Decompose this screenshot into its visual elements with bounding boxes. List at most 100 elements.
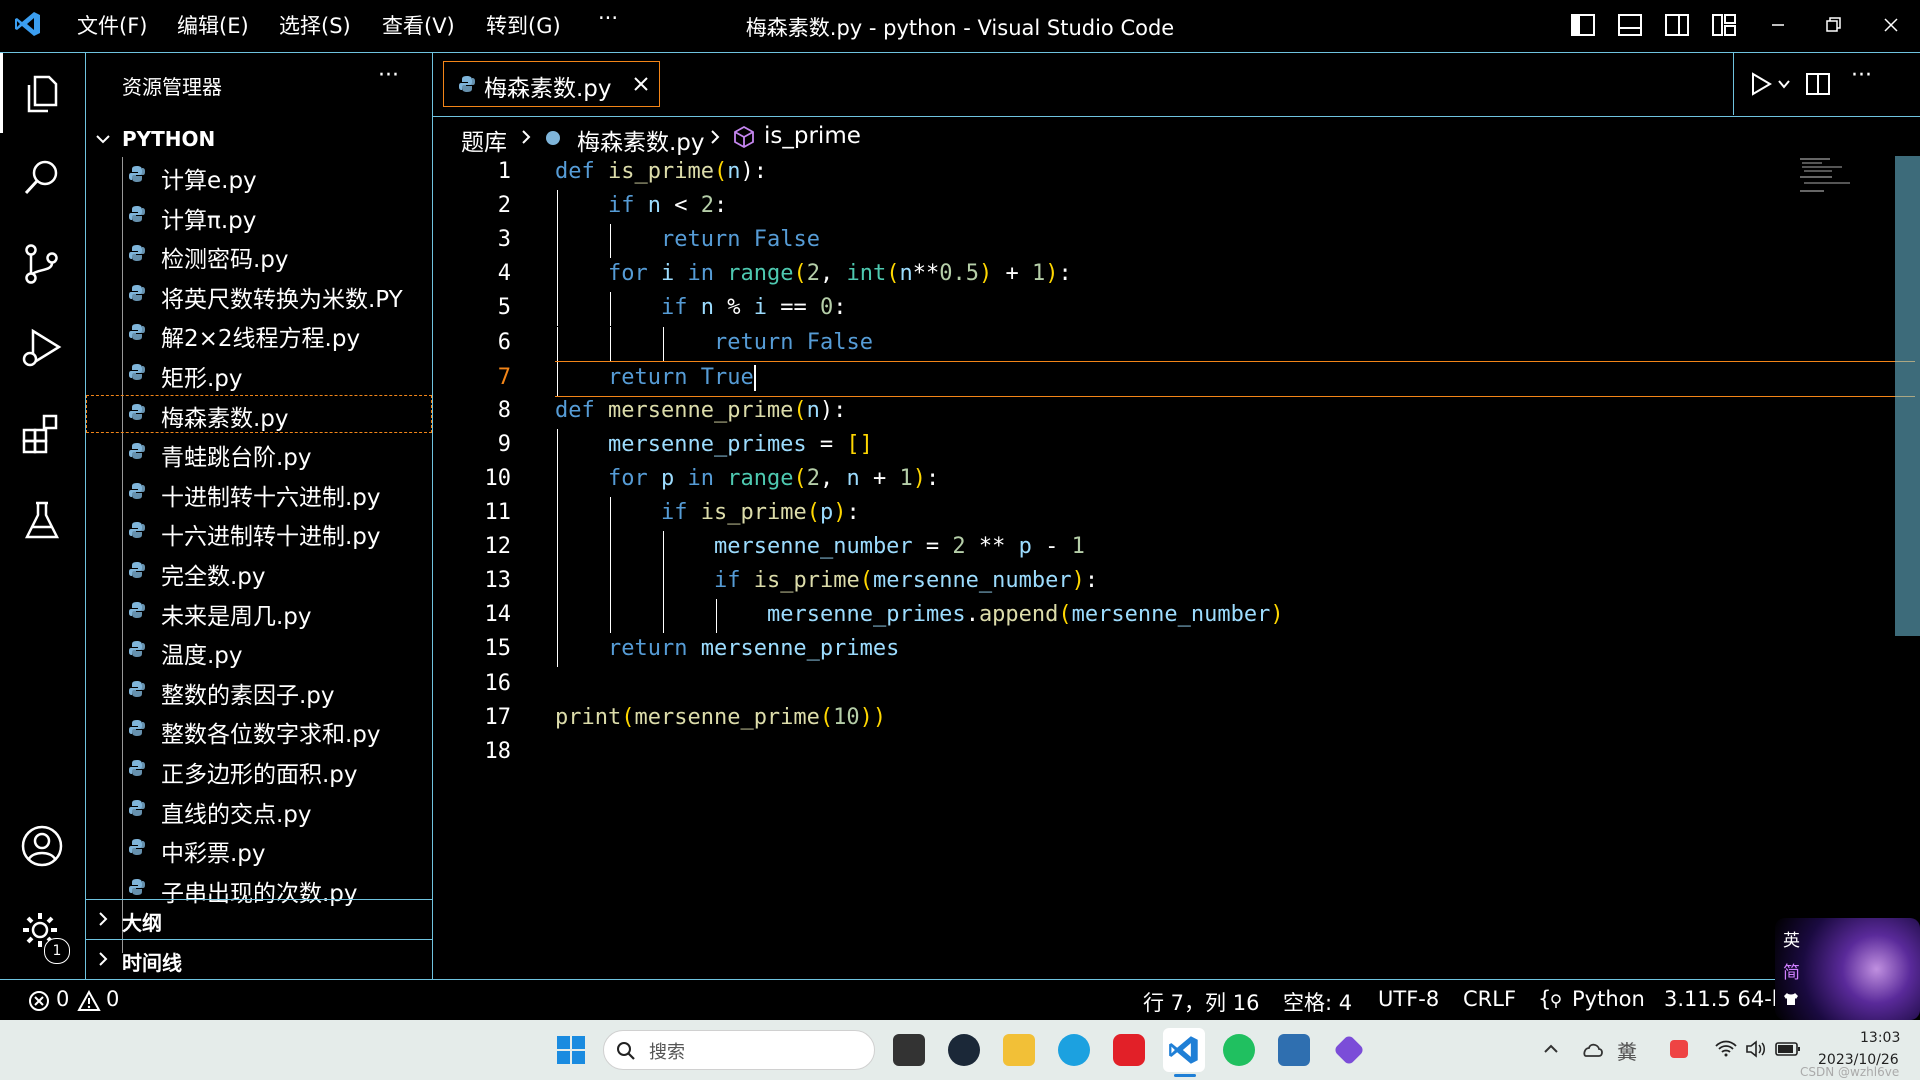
cloud-icon[interactable]: [1580, 1040, 1604, 1058]
file-item[interactable]: 解2×2线程方程.py: [86, 315, 432, 353]
code-token: :: [1084, 568, 1099, 594]
vscode-icon[interactable]: [1168, 1034, 1200, 1066]
menu-edit[interactable]: 编辑(E): [177, 10, 249, 40]
layout-custom-icon[interactable]: [1711, 12, 1737, 38]
explorer-icon[interactable]: [19, 71, 65, 117]
tab-close-icon[interactable]: [631, 74, 651, 94]
chevron-down-icon[interactable]: [1777, 77, 1791, 91]
language-mode[interactable]: Python: [1572, 987, 1645, 1011]
problems-indicator[interactable]: 0 0: [24, 980, 144, 1020]
code-token: []: [846, 431, 873, 457]
file-item[interactable]: 计算e.py: [86, 157, 432, 195]
search-icon[interactable]: [19, 155, 65, 201]
code-text: mersenne_number = 2 ** p - 1: [714, 534, 1085, 559]
outline-section[interactable]: 大纲: [86, 899, 432, 938]
vertical-scrollbar[interactable]: [1895, 156, 1920, 636]
file-item[interactable]: 直线的交点.py: [86, 791, 432, 829]
editor-tab[interactable]: 梅森素数.py: [443, 61, 660, 107]
breadcrumb-file[interactable]: 梅森素数.py: [577, 123, 705, 157]
volume-icon[interactable]: [1745, 1040, 1767, 1058]
account-icon[interactable]: [19, 823, 65, 869]
steam-icon[interactable]: [948, 1034, 980, 1066]
python-file-icon: [129, 680, 145, 697]
file-item[interactable]: 正多边形的面积.py: [86, 751, 432, 789]
line-ending[interactable]: CRLF: [1463, 987, 1516, 1011]
layout-split-icon[interactable]: [1664, 12, 1690, 38]
file-item[interactable]: 整数的素因子.py: [86, 672, 432, 710]
source-control-icon[interactable]: [19, 241, 65, 287]
chevron-up-icon[interactable]: [1543, 1042, 1559, 1056]
file-item[interactable]: 未来是周几.py: [86, 593, 432, 631]
file-item[interactable]: 整数各位数字求和.py: [86, 711, 432, 749]
wifi-icon[interactable]: [1715, 1040, 1737, 1058]
file-item[interactable]: 计算π.py: [86, 197, 432, 235]
run-debug-icon[interactable]: [19, 325, 65, 371]
taskbar-search[interactable]: 搜索: [603, 1030, 875, 1070]
menu-more[interactable]: ···: [598, 6, 618, 30]
testing-icon[interactable]: [19, 497, 65, 543]
minimize-icon[interactable]: [1765, 12, 1791, 38]
battery-icon[interactable]: [1775, 1041, 1801, 1057]
menu-go[interactable]: 转到(G): [486, 10, 561, 40]
menu-file[interactable]: 文件(F): [77, 10, 147, 40]
layout-sidebar-icon[interactable]: [1570, 12, 1596, 38]
menu-selection[interactable]: 选择(S): [279, 10, 351, 40]
code-line: 10 for p in range(2, n + 1):: [433, 462, 1893, 497]
obsidian-icon[interactable]: [1333, 1034, 1365, 1066]
run-file-icon[interactable]: [1748, 71, 1774, 97]
close-icon[interactable]: [1878, 12, 1904, 38]
timeline-section[interactable]: 时间线: [86, 939, 432, 978]
encoding[interactable]: UTF-8: [1378, 987, 1439, 1011]
file-explorer-icon[interactable]: [1003, 1034, 1035, 1066]
file-item[interactable]: 将英尺数转换为米数.PY: [86, 276, 432, 314]
cursor-position[interactable]: 行 7，列 16: [1143, 987, 1259, 1017]
file-item[interactable]: 十六进制转十进制.py: [86, 513, 432, 551]
task-view-icon[interactable]: [893, 1034, 925, 1066]
restore-icon[interactable]: [1820, 12, 1846, 38]
code-editor[interactable]: 1 def is_prime(n): 2 if n < 2: 3 return False…: [433, 156, 1915, 976]
code-token: 0: [820, 295, 834, 321]
indent-guide: [557, 361, 558, 396]
indentation[interactable]: 空格: 4: [1283, 987, 1352, 1017]
editor-more-button[interactable]: ···: [1851, 63, 1872, 88]
netease-music-icon[interactable]: [1113, 1034, 1145, 1066]
minimap[interactable]: [1790, 156, 1860, 196]
wechat-icon[interactable]: [1223, 1034, 1255, 1066]
ime-shirt-icon[interactable]: [1783, 992, 1799, 1006]
ime-widget[interactable]: 英 简: [1775, 918, 1920, 1020]
file-name: 计算π.py: [161, 207, 257, 234]
extensions-icon[interactable]: [19, 411, 65, 457]
ime-language[interactable]: 英: [1783, 926, 1800, 951]
indent-guide: [557, 462, 558, 497]
file-item[interactable]: 十进制转十六进制.py: [86, 474, 432, 512]
layout-panel-icon[interactable]: [1617, 12, 1643, 38]
taskbar-clock[interactable]: 13:03: [1860, 1030, 1900, 1046]
menu-view[interactable]: 查看(V): [382, 10, 455, 40]
ime-mode[interactable]: 简: [1783, 958, 1800, 983]
file-item[interactable]: 完全数.py: [86, 553, 432, 591]
file-item[interactable]: 矩形.py: [86, 355, 432, 393]
breadcrumb-folder[interactable]: 题库: [461, 123, 507, 157]
code-token: (: [1058, 602, 1072, 628]
explorer-more-button[interactable]: ···: [378, 63, 399, 88]
code-line: 7 return True: [498, 360, 1915, 397]
tray-ime-icon[interactable]: 糞: [1617, 1036, 1637, 1065]
edge-icon[interactable]: [1058, 1034, 1090, 1066]
file-item[interactable]: 中彩票.py: [86, 830, 432, 868]
code-line: 6 return False: [433, 326, 1893, 361]
sogou-icon[interactable]: [1668, 1038, 1690, 1060]
file-item[interactable]: 梅森素数.py: [86, 394, 432, 433]
python-file-icon: [129, 166, 145, 182]
split-editor-icon[interactable]: [1805, 71, 1831, 97]
file-item[interactable]: 温度.py: [86, 632, 432, 670]
breadcrumb-symbol[interactable]: is_prime: [764, 123, 861, 149]
app-window-icon[interactable]: [1278, 1034, 1310, 1066]
file-item[interactable]: 检测密码.py: [86, 236, 432, 274]
code-token: if: [661, 295, 701, 321]
file-item[interactable]: 青蛙跳台阶.py: [86, 434, 432, 472]
python-interpreter[interactable]: 3.11.5 64-bi: [1664, 987, 1791, 1011]
start-icon[interactable]: [556, 1035, 586, 1065]
folder-header[interactable]: PYTHON: [86, 123, 432, 153]
pin-icon: [1551, 994, 1561, 1008]
editor-tab-bar: 梅森素数.py ···: [433, 53, 1920, 115]
